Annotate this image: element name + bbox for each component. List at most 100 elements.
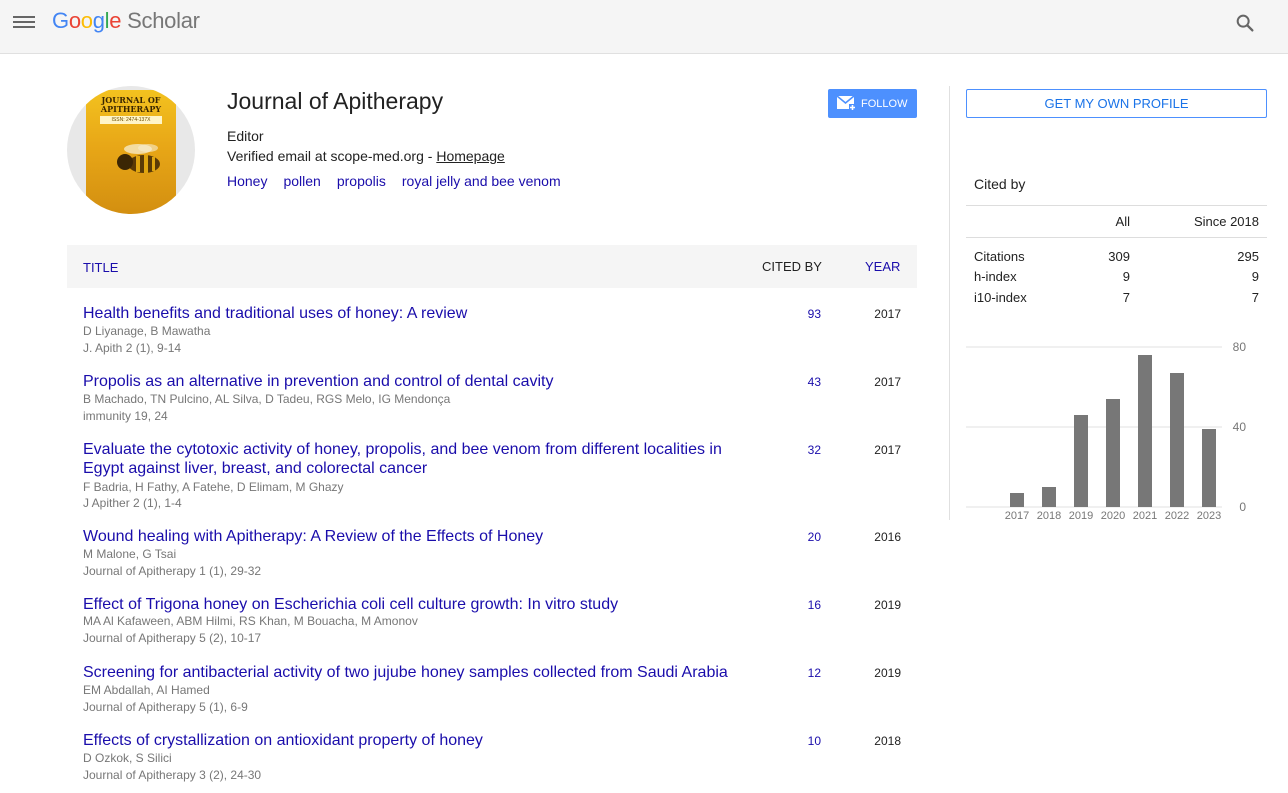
article-source: Journal of Apitherapy 3 (2), 24-30 xyxy=(83,768,262,782)
article-row: Propolis as an alternative in prevention… xyxy=(67,356,917,424)
metric-all: 9 xyxy=(1122,269,1130,284)
y-tick-label: 80 xyxy=(1233,340,1247,354)
article-cited-by[interactable]: 43 xyxy=(808,375,821,389)
article-authors: M Malone, G Tsai xyxy=(83,547,177,561)
article-authors: F Badria, H Fathy, A Fatehe, D Elimam, M… xyxy=(83,480,344,494)
follow-button[interactable]: FOLLOW xyxy=(828,89,917,118)
chart-bar-2019[interactable] xyxy=(1074,415,1088,507)
article-title[interactable]: Screening for antibacterial activity of … xyxy=(83,663,733,682)
article-cited-by[interactable]: 16 xyxy=(808,598,821,612)
x-tick-label: 2020 xyxy=(1101,510,1125,522)
cited-col-all[interactable]: All xyxy=(1090,214,1130,229)
cited-by-heading: Cited by xyxy=(974,176,1026,192)
profile-email: Verified email at scope-med.org - Homepa… xyxy=(227,148,505,164)
article-year: 2017 xyxy=(874,375,901,389)
x-tick-label: 2017 xyxy=(1005,510,1029,522)
chart-bar-2022[interactable] xyxy=(1170,373,1184,507)
menu-icon[interactable] xyxy=(13,13,35,31)
profile-avatar: JOURNAL OF APITHERAPY ISSN: 2474-137X xyxy=(67,86,195,214)
article-year: 2017 xyxy=(874,307,901,321)
logo-google-text: Google xyxy=(52,8,122,33)
cited-by-header-rule xyxy=(966,237,1267,238)
sort-by-title[interactable]: TITLE xyxy=(83,260,118,275)
x-tick-label: 2018 xyxy=(1037,510,1061,522)
article-source: immunity 19, 24 xyxy=(83,409,168,423)
metric-row: Citations 309 295 xyxy=(974,249,1259,267)
metric-name[interactable]: Citations xyxy=(974,249,1025,264)
article-authors: EM Abdallah, AI Hamed xyxy=(83,683,210,697)
metric-all: 7 xyxy=(1122,290,1130,305)
logo-scholar-text: Scholar xyxy=(127,8,200,33)
article-year: 2019 xyxy=(874,598,901,612)
sort-by-year[interactable]: YEAR xyxy=(865,259,900,274)
verified-email-text: Verified email at scope-med.org - xyxy=(227,148,437,164)
y-tick-label: 40 xyxy=(1233,420,1247,434)
article-title[interactable]: Effect of Trigona honey on Escherichia c… xyxy=(83,595,733,614)
articles-list: Health benefits and traditional uses of … xyxy=(67,288,917,783)
metric-name[interactable]: h-index xyxy=(974,269,1017,284)
article-year: 2019 xyxy=(874,666,901,680)
follow-label: FOLLOW xyxy=(861,98,908,110)
sort-by-cited[interactable]: CITED BY xyxy=(762,259,822,274)
article-cited-by[interactable]: 32 xyxy=(808,443,821,457)
follow-mail-icon xyxy=(837,96,856,111)
search-icon[interactable] xyxy=(1234,12,1256,34)
metric-since: 9 xyxy=(1251,269,1259,284)
profile-name: Journal of Apitherapy xyxy=(227,88,444,114)
chart-bar-2023[interactable] xyxy=(1202,429,1216,507)
article-year: 2016 xyxy=(874,530,901,544)
articles-table-header: TITLE CITED BY YEAR xyxy=(67,245,917,288)
article-title[interactable]: Evaluate the cytotoxic activity of honey… xyxy=(83,440,733,478)
article-row: Effect of Trigona honey on Escherichia c… xyxy=(67,579,917,647)
article-title[interactable]: Health benefits and traditional uses of … xyxy=(83,304,733,323)
google-scholar-logo[interactable]: Google Scholar xyxy=(52,8,200,34)
homepage-link[interactable]: Homepage xyxy=(436,148,505,164)
profile-affiliation: Editor xyxy=(227,128,264,144)
article-source: Journal of Apitherapy 1 (1), 29-32 xyxy=(83,564,262,578)
journal-cover-image: JOURNAL OF APITHERAPY ISSN: 2474-137X xyxy=(86,90,176,214)
chart-bar-2020[interactable] xyxy=(1106,399,1120,507)
article-year: 2018 xyxy=(874,734,901,748)
article-source: Journal of Apitherapy 5 (1), 6-9 xyxy=(83,700,248,714)
interest-link[interactable]: propolis xyxy=(337,173,386,189)
get-my-own-profile-button[interactable]: GET MY OWN PROFILE xyxy=(966,89,1267,118)
x-tick-label: 2021 xyxy=(1133,510,1157,522)
chart-bar-2021[interactable] xyxy=(1138,355,1152,507)
interest-link[interactable]: royal jelly and bee venom xyxy=(402,173,561,189)
article-row: Wound healing with Apitherapy: A Review … xyxy=(67,511,917,579)
article-authors: D Liyanage, B Mawatha xyxy=(83,324,211,338)
article-year: 2017 xyxy=(874,443,901,457)
chart-bar-2017[interactable] xyxy=(1010,493,1024,507)
y-tick-label: 0 xyxy=(1239,500,1246,514)
article-cited-by[interactable]: 12 xyxy=(808,666,821,680)
article-authors: D Ozkok, S Silici xyxy=(83,751,172,765)
citations-per-year-chart: 0 40 80 2017 2018 2019 2020 2021 2022 2023 xyxy=(966,340,1247,522)
chart-bar-2018[interactable] xyxy=(1042,487,1056,507)
article-authors: B Machado, TN Pulcino, AL Silva, D Tadeu… xyxy=(83,392,451,406)
metric-since: 7 xyxy=(1251,290,1259,305)
article-row: Screening for antibacterial activity of … xyxy=(67,647,917,715)
article-cited-by[interactable]: 20 xyxy=(808,530,821,544)
metric-all: 309 xyxy=(1108,249,1130,264)
cited-col-since[interactable]: Since 2018 xyxy=(1170,214,1259,229)
article-cited-by[interactable]: 93 xyxy=(808,307,821,321)
x-tick-label: 2019 xyxy=(1069,510,1093,522)
article-authors: MA Al Kafaween, ABM Hilmi, RS Khan, M Bo… xyxy=(83,614,418,628)
article-title[interactable]: Wound healing with Apitherapy: A Review … xyxy=(83,527,733,546)
bee-image xyxy=(117,144,160,173)
interest-link[interactable]: Honey xyxy=(227,173,267,189)
article-source: J Apither 2 (1), 1-4 xyxy=(83,496,182,510)
cover-title: JOURNAL OF APITHERAPY xyxy=(100,95,162,114)
article-source: J. Apith 2 (1), 9-14 xyxy=(83,341,182,355)
cover-issn: ISSN: 2474-137X xyxy=(100,116,162,124)
article-source: Journal of Apitherapy 5 (2), 10-17 xyxy=(83,631,262,645)
top-app-bar: Google Scholar xyxy=(0,0,1288,54)
metric-name[interactable]: i10-index xyxy=(974,290,1027,305)
article-cited-by[interactable]: 10 xyxy=(808,734,821,748)
article-title[interactable]: Propolis as an alternative in prevention… xyxy=(83,372,733,391)
research-interests: Honey pollen propolis royal jelly and bee v… xyxy=(227,173,577,189)
cited-by-rule xyxy=(966,205,1267,206)
article-title[interactable]: Effects of crystallization on antioxidan… xyxy=(83,731,733,750)
metric-since: 295 xyxy=(1237,249,1259,264)
interest-link[interactable]: pollen xyxy=(283,173,320,189)
